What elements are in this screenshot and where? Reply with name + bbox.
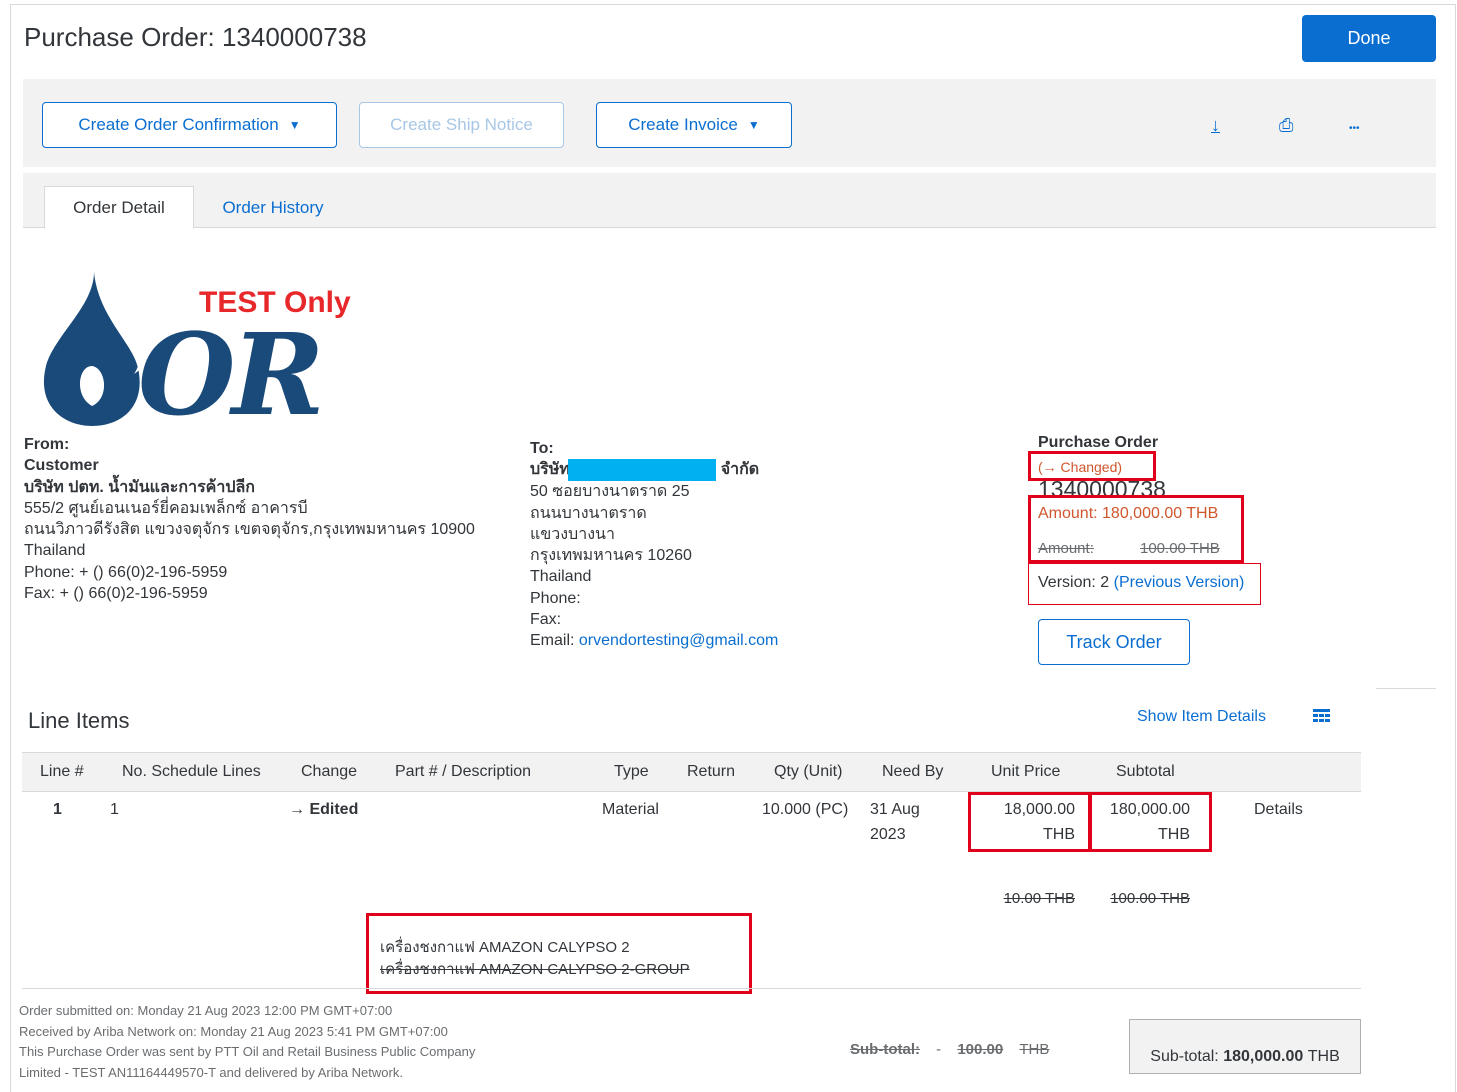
row-need-by-year: 2023 xyxy=(870,826,906,843)
from-address-line1: 555/2 ศูนย์เอนเนอร์ยี่คอมเพล็กซ์ อาคารบี xyxy=(24,499,308,517)
toolbar: Create Order Confirmation ▼ Create Ship … xyxy=(23,79,1436,167)
create-ship-notice-button[interactable]: Create Ship Notice xyxy=(359,102,564,148)
to-address-line1: 50 ซอยบางนาตราด 25 xyxy=(530,483,690,501)
print-icon[interactable]: ⎙ xyxy=(1279,115,1293,136)
from-fax: Fax: + () 66(0)2-196-5959 xyxy=(24,585,208,603)
col-schedule-lines: No. Schedule Lines xyxy=(122,763,261,780)
row-old-subtotal: 100.00 THB xyxy=(1110,890,1190,907)
old-subtotal-dash: - xyxy=(936,1041,942,1058)
line-items-header: Line # No. Schedule Lines Change Part # … xyxy=(22,752,1361,792)
row-old-unit-price: 10.00 THB xyxy=(1003,890,1075,907)
footer-submitted: Order submitted on: Monday 21 Aug 2023 1… xyxy=(19,1003,393,1018)
order-footer-info: Order submitted on: Monday 21 Aug 2023 1… xyxy=(19,1001,475,1083)
page-title: Purchase Order: 1340000738 xyxy=(24,22,367,52)
more-options-icon[interactable]: ••• xyxy=(1349,123,1360,134)
po-heading: Purchase Order xyxy=(1038,434,1159,451)
footer-received: Received by Ariba Network on: Monday 21 … xyxy=(19,1023,448,1039)
from-heading: From: xyxy=(24,436,70,453)
to-email-label: Email: xyxy=(530,632,575,650)
footer-sent-by-line2: Limited - TEST AN11164449570-T and deliv… xyxy=(19,1064,403,1080)
from-name: Customer xyxy=(24,457,99,475)
row-qty: 10.000 (PC) xyxy=(762,801,849,818)
po-changed-badge: (→ Changed) xyxy=(1038,459,1123,475)
tab-order-history[interactable]: Order History xyxy=(203,186,343,229)
row-change-status: → Edited xyxy=(289,801,359,818)
col-change: Change xyxy=(301,763,358,780)
row-subtotal-currency: THB xyxy=(1158,826,1190,843)
line-items-title: Line Items xyxy=(28,708,130,733)
to-country: Thailand xyxy=(530,568,592,586)
divider xyxy=(22,988,1361,989)
col-need-by: Need By xyxy=(882,763,944,780)
row-unit-price: 18,000.00 xyxy=(1003,801,1075,818)
row-subtotal: 180,000.00 xyxy=(1109,801,1190,818)
row-schedule-lines: 1 xyxy=(110,801,119,818)
caret-down-icon: ▼ xyxy=(288,118,301,132)
to-company-suffix: จำกัด xyxy=(720,461,760,479)
col-part-description: Part # / Description xyxy=(395,763,532,780)
table-settings-icon[interactable] xyxy=(1313,709,1330,728)
from-country: Thailand xyxy=(24,542,86,560)
to-fax: Fax: xyxy=(530,611,562,629)
row-type: Material xyxy=(602,801,659,818)
subtotal-currency: THB xyxy=(1307,1047,1340,1065)
col-unit-price: Unit Price xyxy=(991,763,1061,780)
tab-order-detail[interactable]: Order Detail xyxy=(44,186,194,229)
old-subtotal-label: Sub-total: xyxy=(850,1041,920,1058)
subtotal-label: Sub-total: xyxy=(1150,1047,1219,1065)
to-address-line3: แขวงบางนา xyxy=(530,525,615,543)
col-type: Type xyxy=(614,763,649,780)
to-email-row: Email: orvendortesting@gmail.com xyxy=(530,630,830,651)
show-item-details-link[interactable]: Show Item Details xyxy=(1137,708,1266,726)
footer-sent-by-line1: This Purchase Order was sent by PTT Oil … xyxy=(19,1044,476,1059)
from-phone: Phone: + () 66(0)2-196-5959 xyxy=(24,563,228,581)
to-heading: To: xyxy=(530,440,554,457)
old-subtotal-value: 100.00 xyxy=(957,1041,1004,1058)
po-amount-old-value: 100.00 THB xyxy=(1140,540,1220,557)
col-line: Line # xyxy=(40,763,84,780)
track-order-button[interactable]: Track Order xyxy=(1038,619,1190,665)
old-subtotal-currency: THB xyxy=(1019,1041,1050,1058)
create-ship-notice-label: Create Ship Notice xyxy=(390,115,533,134)
caret-down-icon: ▼ xyxy=(747,118,760,132)
po-amount-new: Amount: 180,000.00 THB xyxy=(1038,505,1219,522)
to-address: To: บริษัท จำกัด 50 ซอยบางนาตราด 25 ถนนบ… xyxy=(530,438,830,652)
row-details-link[interactable]: Details xyxy=(1254,797,1303,822)
tab-bar: Order Detail Order History xyxy=(23,173,1436,229)
old-subtotal-row: Sub-total: - 100.00 THB xyxy=(850,1041,1049,1058)
po-version-row: Version: 2 (Previous Version) xyxy=(1038,574,1244,592)
from-company: บริษัท ปตท. น้ำมันและการค้าปลีก xyxy=(24,478,255,496)
create-order-confirmation-button[interactable]: Create Order Confirmation ▼ xyxy=(42,102,337,148)
to-company-prefix: บริษัท xyxy=(530,461,570,479)
row-line-number: 1 xyxy=(53,801,62,818)
po-version: Version: 2 xyxy=(1038,574,1110,591)
row-description-old: เครื่องชงกาแฟ AMAZON CALYPSO 2-GROUP xyxy=(380,961,690,978)
download-icon[interactable]: ↓ xyxy=(1211,115,1220,136)
row-need-by-date: 31 Aug xyxy=(870,801,920,818)
logo-text: OR xyxy=(138,310,325,441)
subtotal-box: Sub-total: 180,000.00 THB xyxy=(1129,1019,1361,1074)
to-email-link[interactable]: orvendortesting@gmail.com xyxy=(579,632,778,649)
from-address: From: Customer บริษัท ปตท. น้ำมันและการค… xyxy=(24,434,475,604)
to-address-line2: ถนนบางนาตราด xyxy=(530,504,647,522)
redaction-block xyxy=(568,459,717,482)
done-button[interactable]: Done xyxy=(1302,15,1436,62)
col-return: Return xyxy=(687,763,736,780)
create-invoice-label: Create Invoice xyxy=(628,115,738,134)
col-subtotal: Subtotal xyxy=(1116,763,1175,780)
to-company: บริษัท จำกัด xyxy=(530,459,830,482)
row-unit-price-currency: THB xyxy=(1043,826,1075,843)
from-address-line2: ถนนวิภาวดีรังสิต แขวงจตุจักร เขตจตุจักร,… xyxy=(24,521,475,539)
test-only-label: TEST Only xyxy=(199,286,351,319)
col-qty: Qty (Unit) xyxy=(774,763,843,780)
create-invoice-button[interactable]: Create Invoice ▼ xyxy=(596,102,792,148)
to-address-line4: กรุงเทพมหานคร 10260 xyxy=(530,547,692,565)
previous-version-link[interactable]: (Previous Version) xyxy=(1114,574,1245,591)
to-phone: Phone: xyxy=(530,589,581,607)
subtotal-value: 180,000.00 xyxy=(1223,1047,1304,1065)
create-order-confirmation-label: Create Order Confirmation xyxy=(78,115,279,134)
po-amount-old-label: Amount: xyxy=(1038,540,1094,557)
divider xyxy=(1376,688,1436,689)
